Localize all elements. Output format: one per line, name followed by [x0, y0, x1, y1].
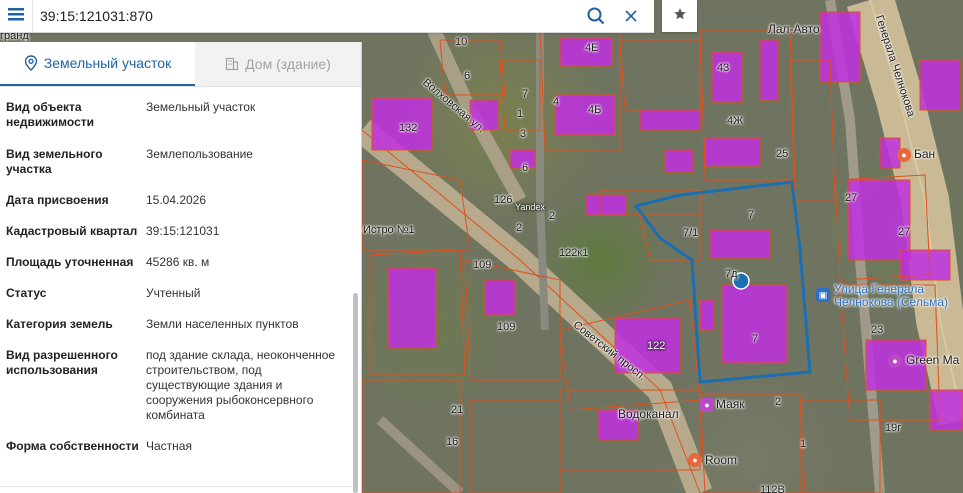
- detail-key: Дата присвоения: [6, 193, 109, 207]
- star-icon: [673, 7, 687, 26]
- building-icon: [225, 57, 239, 71]
- parcel-label: 132: [399, 122, 418, 134]
- detail-key: Вид земельного участка: [6, 147, 103, 176]
- tab-building[interactable]: Дом (здание): [195, 42, 361, 86]
- parcel-label: 6: [464, 70, 471, 82]
- detail-value: 45286 кв. м: [146, 255, 210, 269]
- detail-value: 15.04.2026: [146, 193, 207, 207]
- parcel-7-1: [709, 229, 771, 259]
- shop-icon[interactable]: ●: [700, 398, 714, 412]
- parcel-label: 112В: [760, 484, 785, 493]
- map-pin-icon: [24, 55, 38, 71]
- search-bar: [0, 0, 654, 33]
- bus-stop-icon[interactable]: ▣: [816, 288, 830, 302]
- parcel-label: 43: [717, 62, 730, 74]
- parcel-label: 23: [871, 324, 884, 336]
- parcel-lal-avto: [819, 11, 861, 83]
- tab-land-plot[interactable]: Земельный участок: [0, 42, 195, 86]
- parcel-label: 122к1: [559, 247, 589, 259]
- parcel-label: 7: [522, 88, 529, 100]
- parcel-label: 3: [520, 128, 527, 140]
- parcel-label: 1: [800, 438, 807, 450]
- detail-key: Кадастровый квартал: [6, 224, 138, 238]
- poi-label[interactable]: Лал-Авто: [768, 22, 820, 36]
- tab-label: Дом (здание): [245, 56, 331, 72]
- poi-label[interactable]: Улица Генерала Челнокова (Сельма): [834, 283, 959, 309]
- poi-label[interactable]: Бан: [914, 147, 935, 161]
- detail-key: Статус: [6, 286, 47, 300]
- poi-label[interactable]: Маяк: [716, 397, 745, 411]
- parcel-label: 27: [845, 192, 858, 204]
- parcel-label: 109: [497, 321, 516, 333]
- bath-icon[interactable]: ●: [897, 148, 911, 162]
- parcel-label: 19г: [885, 422, 902, 434]
- parcel-43: [711, 51, 743, 103]
- parcel-4zh: [704, 137, 761, 167]
- parcel-label: 16: [446, 436, 459, 448]
- parcel-label: 4Е: [585, 42, 599, 54]
- cafe-icon[interactable]: ●: [688, 453, 702, 467]
- parcel-label: 7/1: [683, 227, 699, 239]
- panel-scrollbar[interactable]: [353, 293, 358, 493]
- parcel-109: [387, 267, 437, 349]
- parcel-label: 7: [752, 333, 759, 345]
- info-panel: Земельный участок Дом (здание) Вид объек…: [0, 42, 362, 493]
- detail-key: Форма собственности: [6, 439, 139, 453]
- tab-label: Земельный участок: [43, 55, 172, 71]
- favorite-button[interactable]: [662, 0, 697, 32]
- detail-value: Земли населенных пунктов: [146, 317, 299, 331]
- parcel-label: 2: [516, 222, 523, 234]
- parcel-label: 7: [748, 209, 755, 221]
- parcel-label: 4Ж: [727, 115, 744, 127]
- menu-button[interactable]: [0, 0, 33, 32]
- parcel-label: 25: [776, 148, 789, 160]
- search-input[interactable]: [40, 0, 580, 32]
- detail-value: 39:15:121031: [146, 224, 220, 238]
- parcel-label: 21: [451, 404, 464, 416]
- poi-label[interactable]: Room: [705, 453, 737, 467]
- detail-key: Вид объекта недвижимости: [6, 100, 94, 129]
- shop-icon[interactable]: ●: [888, 354, 902, 368]
- detail-value: Учтенный: [146, 286, 201, 300]
- detail-value: Землепользование: [146, 147, 253, 161]
- poi-label[interactable]: Green Ma: [906, 353, 959, 367]
- divider: [0, 486, 352, 487]
- parcel-label: 4: [553, 96, 560, 108]
- detail-value: Земельный участок: [146, 100, 256, 114]
- parcel-label: 109: [473, 259, 492, 271]
- detail-key: Площадь уточненная: [6, 255, 134, 269]
- parcel-label: 6: [522, 162, 529, 174]
- hamburger-icon: [8, 7, 24, 26]
- poi-label[interactable]: Водоканал: [618, 407, 679, 421]
- tab-bar: Земельный участок Дом (здание): [0, 42, 361, 87]
- watermark: Yandex: [515, 202, 545, 212]
- detail-key: Категория земель: [6, 317, 113, 331]
- parcel-4b: [554, 94, 616, 136]
- parcel-label: 10: [455, 36, 468, 48]
- detail-value: под здание склада, неоконченное строител…: [146, 348, 336, 422]
- parcel-label: 2: [775, 396, 782, 408]
- parcel-27: [847, 179, 911, 261]
- parcel-label: 2: [549, 210, 556, 222]
- parcel-label: 27: [898, 226, 911, 238]
- close-icon[interactable]: [622, 7, 640, 25]
- parcel-label: 4Б: [588, 104, 602, 116]
- parcel-label: 7д: [725, 268, 738, 280]
- street-label: Истро №1: [363, 224, 415, 236]
- detail-value: Частная: [146, 439, 192, 453]
- parcel-7: [721, 284, 788, 364]
- search-icon[interactable]: [586, 6, 606, 26]
- parcel-label: 122: [647, 340, 666, 352]
- parcel-label: 126: [494, 194, 513, 206]
- parcel-label: 1: [517, 108, 524, 120]
- detail-key: Вид разрешенного использования: [6, 348, 118, 377]
